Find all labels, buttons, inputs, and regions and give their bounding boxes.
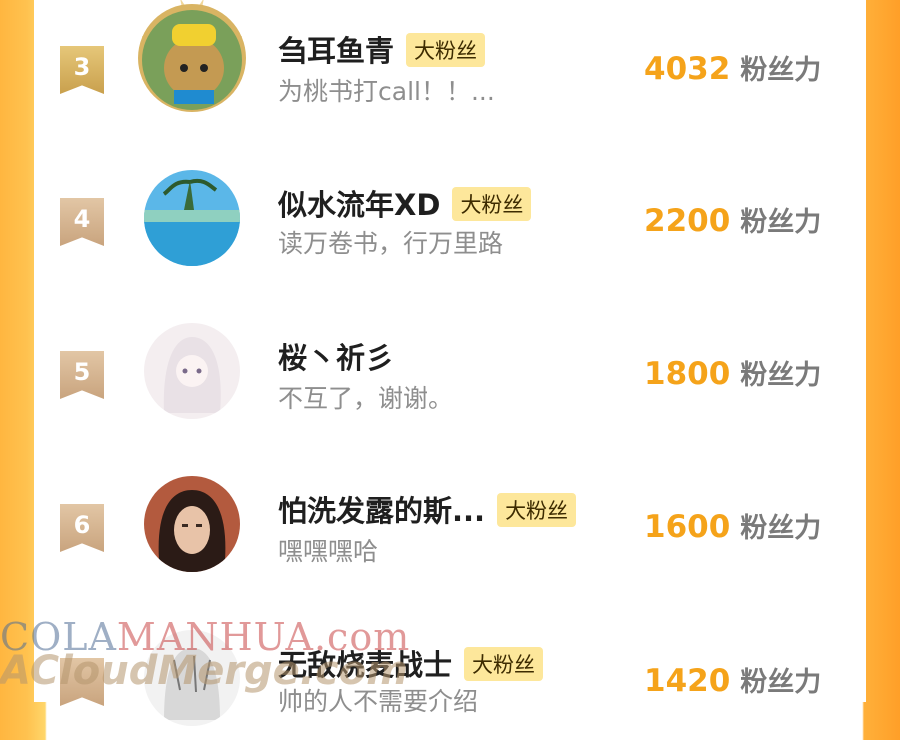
- big-fan-badge: 大粉丝: [464, 647, 544, 681]
- fan-signature: 不互了，谢谢。: [278, 384, 454, 413]
- fan-power-value: 2200: [644, 203, 731, 239]
- fan-name[interactable]: 桜丶祈彡: [278, 335, 394, 377]
- fan-power-unit: 粉丝力: [740, 207, 822, 238]
- fan-signature: 嘿嘿嘿哈: [278, 537, 379, 566]
- watermark-acloudmerge: ACloudMerge.com: [0, 648, 408, 694]
- fan-name[interactable]: 似水流年XD 大粉丝: [278, 182, 532, 224]
- fan-name[interactable]: 刍耳鱼青 大粉丝: [278, 28, 486, 70]
- fan-power-value: 4032: [644, 51, 731, 87]
- rank-ribbon: 6: [60, 504, 104, 552]
- fan-power-value: 1420: [644, 663, 731, 699]
- avatar[interactable]: [144, 476, 240, 572]
- fan-power-value: 1800: [644, 356, 731, 392]
- fan-name-text: 刍耳鱼青: [278, 34, 395, 68]
- fan-power-value: 1600: [644, 509, 731, 545]
- fan-power: 4032 粉丝力: [644, 48, 821, 87]
- fan-power-unit: 粉丝力: [740, 55, 822, 86]
- fan-power: 1800 粉丝力: [644, 353, 821, 392]
- fan-row[interactable]: 4 似水流年XD 大粉丝 读万卷书，行万里路 2200 粉丝力: [34, 160, 866, 280]
- fan-signature: 为桃书打call！！...: [278, 77, 495, 106]
- big-fan-badge: 大粉丝: [406, 33, 486, 67]
- fan-power: 2200 粉丝力: [644, 200, 821, 239]
- fan-row[interactable]: 6 怕洗发露的斯... 大粉丝 嘿嘿嘿哈 1600 粉丝力: [34, 466, 866, 586]
- avatar[interactable]: [142, 10, 242, 110]
- fan-row[interactable]: 3 刍耳鱼青 大粉丝 为桃书打call！！... 4032 粉丝力: [34, 0, 866, 128]
- fan-power: 1600 粉丝力: [644, 506, 821, 545]
- fan-name[interactable]: 怕洗发露的斯... 大粉丝: [278, 488, 577, 530]
- fan-power-unit: 粉丝力: [740, 360, 822, 391]
- fan-ranking-panel: 3 刍耳鱼青 大粉丝 为桃书打call！！... 4032 粉丝力 4 似水流年…: [34, 0, 866, 726]
- fan-row[interactable]: 5 桜丶祈彡 不互了，谢谢。 1800 粉丝力: [34, 313, 866, 433]
- fan-name-text: 似水流年XD: [278, 188, 441, 222]
- fan-signature: 读万卷书，行万里路: [278, 229, 504, 258]
- big-fan-badge: 大粉丝: [497, 493, 577, 527]
- fan-name-text: 桜丶祈彡: [278, 341, 395, 375]
- avatar[interactable]: [144, 170, 240, 266]
- rank-ribbon: 4: [60, 198, 104, 246]
- big-fan-badge: 大粉丝: [452, 187, 532, 221]
- rank-ribbon: 5: [60, 351, 104, 399]
- rank-ribbon: 3: [60, 46, 104, 94]
- fan-name-text: 怕洗发露的斯...: [278, 494, 486, 528]
- avatar[interactable]: [144, 323, 240, 419]
- fan-power-unit: 粉丝力: [740, 513, 822, 544]
- fan-power: 1420 粉丝力: [644, 660, 821, 699]
- fan-power-unit: 粉丝力: [740, 667, 822, 698]
